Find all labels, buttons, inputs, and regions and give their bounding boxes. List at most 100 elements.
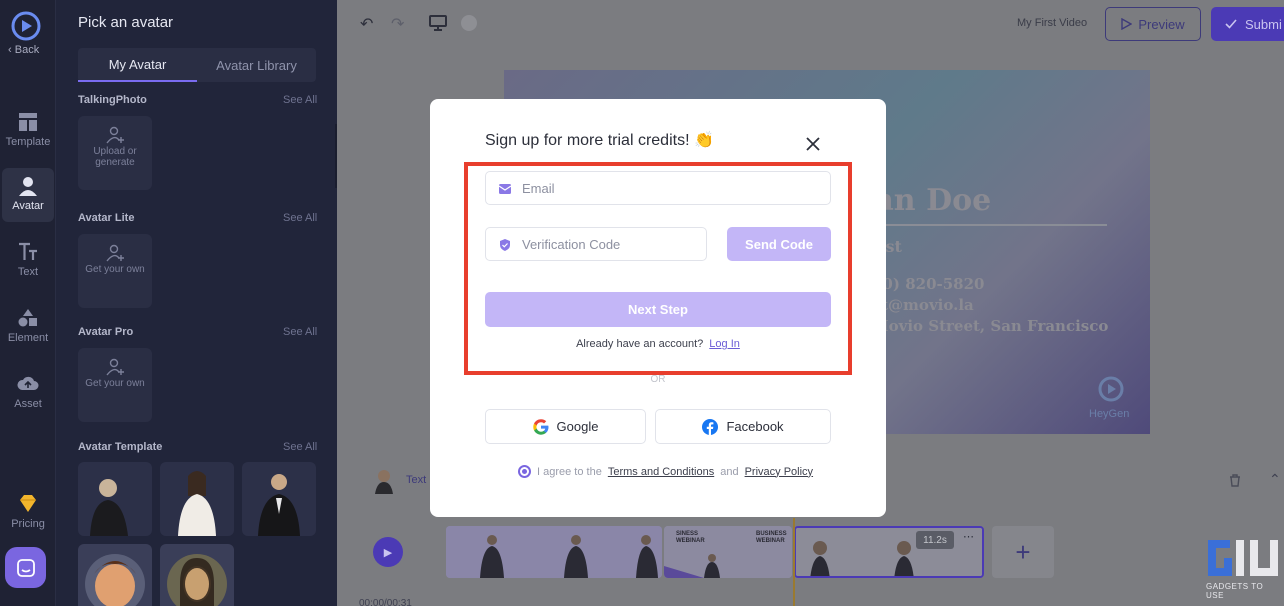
playhead[interactable] (793, 518, 795, 606)
add-clip-button[interactable]: + (992, 526, 1054, 578)
canvas-brand: HeyGen (1089, 408, 1130, 420)
chat-icon (16, 558, 35, 577)
card-label: Get your own (85, 378, 145, 389)
clip-title: WEBINAR (676, 538, 705, 544)
agree-radio[interactable] (518, 465, 531, 478)
canvas-address: Movio Street, San Francisco (872, 317, 1109, 335)
rail-item-asset[interactable]: Asset (2, 366, 54, 420)
rail-item-template[interactable]: Template (2, 104, 54, 158)
more-options-icon[interactable]: ⋯ (963, 530, 974, 543)
rail-label: Template (5, 136, 51, 148)
see-all-link[interactable]: See All (283, 326, 317, 338)
avatar-template-thumb[interactable] (78, 462, 152, 536)
rail-label: Element (7, 332, 49, 344)
clip-duration: 11.2s (916, 531, 954, 549)
panel-title: Pick an avatar (78, 14, 174, 31)
template-icon (19, 113, 37, 131)
close-icon[interactable] (804, 135, 822, 153)
avatar-tabs: My Avatar Avatar Library (78, 48, 316, 82)
avatar-template-thumb[interactable] (242, 462, 316, 536)
privacy-link[interactable]: Privacy Policy (745, 466, 813, 478)
preview-label: Preview (1138, 16, 1185, 32)
video-name[interactable]: My First Video (1017, 17, 1087, 29)
gadgets-to-use-watermark: GADGETS TO USE (1204, 536, 1282, 600)
avatar-template-thumb[interactable] (160, 462, 234, 536)
upload-or-generate-card[interactable]: Upload or generate (78, 116, 152, 190)
rail-item-element[interactable]: Element (2, 300, 54, 354)
modal-title: Sign up for more trial credits! 👏 (485, 132, 714, 149)
google-label: Google (556, 419, 599, 434)
timeline-clip-3[interactable] (794, 526, 984, 578)
clip-thumbnails (446, 526, 662, 578)
avatar-template-thumb[interactable] (78, 544, 152, 606)
rail-label: Pricing (11, 518, 45, 530)
trash-icon[interactable] (1229, 474, 1241, 487)
or-divider: OR (650, 374, 666, 385)
plus-icon: + (1015, 536, 1031, 567)
element-icon (18, 309, 37, 327)
tab-my-avatar[interactable]: My Avatar (78, 48, 197, 82)
timeline-clip-2[interactable]: SINESS WEBINAR BUSINESS WEBINAR (664, 526, 792, 578)
facebook-label: Facebook (726, 419, 784, 434)
check-icon (1225, 19, 1237, 29)
canvas-name: hn Doe (872, 183, 992, 218)
play-outline-icon (1121, 18, 1133, 30)
clip-title: SINESS (676, 531, 699, 537)
card-label: Upload or generate (93, 146, 137, 168)
section-title-talkingphoto: TalkingPhoto (78, 94, 147, 106)
google-signin-button[interactable]: Google (485, 409, 646, 444)
script-avatar-thumb (375, 470, 393, 494)
watermark-text: GADGETS TO USE (1206, 582, 1264, 600)
undo-icon[interactable]: ↶ (360, 14, 373, 34)
google-icon (532, 418, 549, 435)
see-all-link[interactable]: See All (283, 441, 317, 453)
facebook-signin-button[interactable]: Facebook (655, 409, 831, 444)
monitor-icon[interactable] (429, 15, 447, 31)
submit-label: Submi (1245, 16, 1282, 32)
rail-item-avatar[interactable]: Avatar (2, 168, 54, 222)
avatar-image (258, 474, 300, 536)
help-chat-button[interactable] (5, 547, 46, 588)
avatar-template-thumb[interactable] (160, 544, 234, 606)
clip-title: BUSINESS (756, 531, 787, 537)
back-label: Back (14, 44, 40, 56)
tab-avatar-library[interactable]: Avatar Library (197, 48, 316, 82)
script-label[interactable]: Text (406, 474, 426, 486)
add-person-icon (106, 126, 124, 144)
avatar-image (85, 554, 145, 606)
rail-item-text[interactable]: Text (2, 234, 54, 288)
redo-icon[interactable]: ↷ (391, 14, 404, 34)
terms-link[interactable]: Terms and Conditions (608, 466, 714, 478)
avatar-image (167, 554, 227, 606)
editor-topbar: ↶ ↷ My First Video Preview Submi (337, 0, 1284, 46)
agree-prefix: I agree to the (537, 465, 602, 478)
rail-item-pricing[interactable]: Pricing (2, 486, 54, 540)
chevron-up-icon[interactable]: ⌃ (1269, 471, 1281, 488)
section-title-avatar-lite: Avatar Lite (78, 212, 135, 224)
text-icon (19, 242, 37, 260)
facebook-icon (702, 418, 719, 435)
section-title-avatar-pro: Avatar Pro (78, 326, 134, 338)
rail-label: Avatar (12, 200, 44, 212)
asset-icon (17, 376, 39, 390)
add-person-icon (106, 358, 124, 376)
play-button[interactable]: ▶ (373, 537, 403, 567)
signup-modal: Sign up for more trial credits! 👏 Send C… (430, 99, 886, 517)
see-all-link[interactable]: See All (283, 212, 317, 224)
submit-button[interactable]: Submi (1211, 7, 1284, 41)
back-link[interactable]: ‹ Back (8, 44, 39, 56)
app-logo-icon[interactable] (10, 10, 42, 42)
color-swatch[interactable] (461, 15, 477, 31)
see-all-link[interactable]: See All (283, 94, 317, 106)
avatar-panel: Pick an avatar My Avatar Avatar Library … (56, 0, 337, 606)
clip-thumbnails (796, 528, 982, 576)
preview-button[interactable]: Preview (1105, 7, 1201, 41)
canvas-phone: 00) 820-5820 (872, 275, 985, 293)
get-your-own-card[interactable]: Get your own (78, 234, 152, 308)
highlight-annotation-box (464, 162, 852, 375)
timeline-clip-1[interactable] (446, 526, 662, 578)
agree-and: and (720, 465, 739, 478)
section-title-avatar-template: Avatar Template (78, 441, 163, 453)
get-your-own-card[interactable]: Get your own (78, 348, 152, 422)
avatar-icon (19, 177, 37, 196)
